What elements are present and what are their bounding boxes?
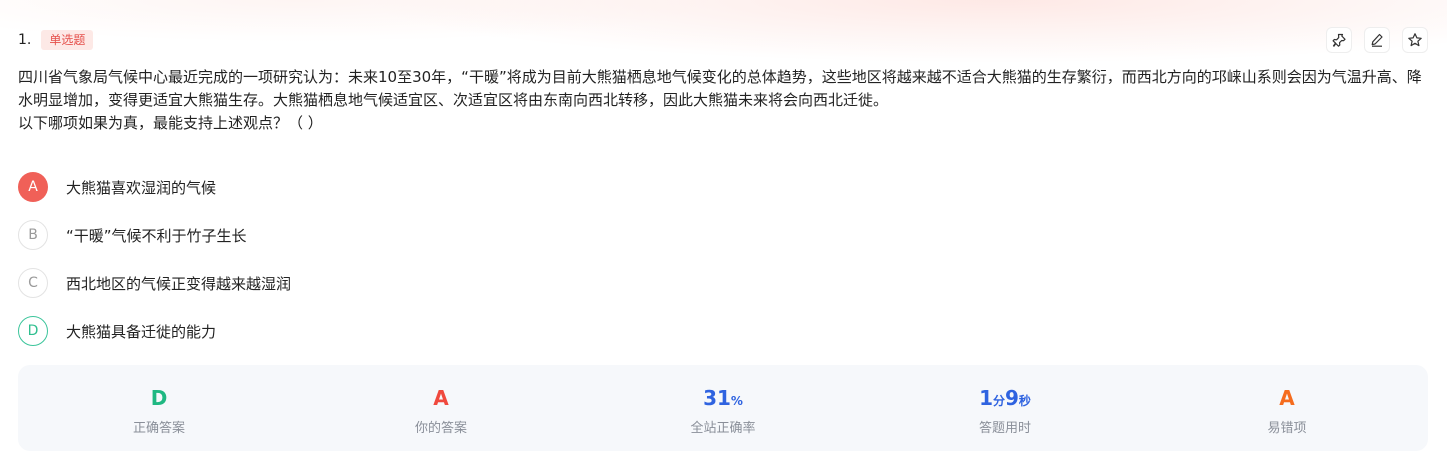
- your-answer-value: A: [433, 386, 449, 410]
- option-a-badge: A: [18, 172, 48, 202]
- accuracy-label: 全站正确率: [690, 421, 756, 436]
- option-d-text: 大熊猫具备迁徙的能力: [66, 322, 217, 341]
- accuracy-value: 31%: [703, 385, 743, 411]
- accuracy-number: 31: [703, 386, 731, 410]
- option-b-text: “干暖”气候不利于竹子生长: [66, 226, 247, 245]
- question-type-tag: 单选题: [41, 30, 94, 50]
- question-card: 1. 单选题 四川省气象局气候中心最近完成的一项研究认为：未来10至30年，“干…: [0, 0, 1447, 451]
- time-minutes-unit: 分: [992, 394, 1005, 408]
- pin-icon: [1332, 33, 1346, 47]
- favorite-button[interactable]: [1403, 28, 1427, 52]
- option-c[interactable]: C 西北地区的气候正变得越来越湿润: [18, 267, 291, 299]
- edit-button[interactable]: [1365, 28, 1389, 52]
- stat-accuracy: 31% 全站正确率: [582, 365, 864, 451]
- option-d[interactable]: D 大熊猫具备迁徙的能力: [18, 315, 291, 347]
- question-stem-prompt: 以下哪项如果为真，最能支持上述观点？（ ）: [18, 114, 323, 132]
- stat-common-mistake: A 易错项: [1146, 365, 1428, 451]
- time-minutes: 1: [979, 386, 993, 410]
- stat-your-answer: A 你的答案: [300, 365, 582, 451]
- option-d-badge: D: [18, 316, 48, 346]
- question-stem-passage: 四川省气象局气候中心最近完成的一项研究认为：未来10至30年，“干暖”将成为目前…: [18, 68, 1422, 109]
- option-b[interactable]: B “干暖”气候不利于竹子生长: [18, 219, 291, 251]
- question-toolbar: [1327, 28, 1427, 52]
- option-b-badge: B: [18, 220, 48, 250]
- correct-answer-label: 正确答案: [132, 421, 185, 436]
- option-c-text: 西北地区的气候正变得越来越湿润: [66, 274, 292, 293]
- time-label: 答题用时: [978, 421, 1031, 436]
- stat-time: 1分9秒 答题用时: [864, 365, 1146, 451]
- star-icon: [1408, 33, 1422, 47]
- edit-icon: [1371, 33, 1383, 47]
- accuracy-unit: %: [730, 394, 743, 408]
- time-seconds-unit: 秒: [1018, 394, 1031, 408]
- common-mistake-label: 易错项: [1267, 421, 1307, 436]
- option-a[interactable]: A 大熊猫喜欢湿润的气候: [18, 171, 291, 203]
- common-mistake-value: A: [1279, 386, 1295, 410]
- correct-answer-value: D: [150, 386, 168, 410]
- option-a-text: 大熊猫喜欢湿润的气候: [66, 178, 217, 197]
- your-answer-label: 你的答案: [414, 421, 467, 436]
- option-list: A 大熊猫喜欢湿润的气候 B “干暖”气候不利于竹子生长 C 西北地区的气候正变…: [18, 171, 291, 363]
- stat-correct-answer: D 正确答案: [18, 365, 300, 451]
- answer-stats-panel: D 正确答案 A 你的答案 31% 全站正确率 1分9秒 答题用时 A 易错项: [18, 365, 1428, 451]
- question-header: 1. 单选题: [18, 28, 94, 52]
- pin-button[interactable]: [1327, 28, 1351, 52]
- question-stem: 四川省气象局气候中心最近完成的一项研究认为：未来10至30年，“干暖”将成为目前…: [18, 66, 1428, 135]
- question-number: 1.: [18, 32, 32, 48]
- time-seconds: 9: [1005, 386, 1019, 410]
- option-c-badge: C: [18, 268, 48, 298]
- time-value: 1分9秒: [979, 385, 1031, 411]
